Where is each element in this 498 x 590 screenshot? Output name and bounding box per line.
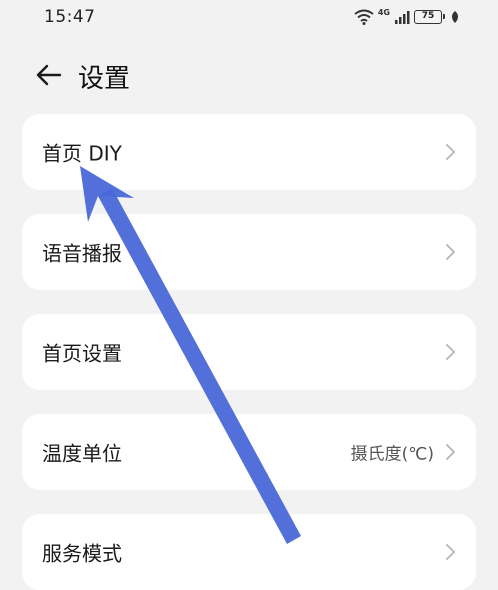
temperature-unit-value: 摄氏度(℃) bbox=[350, 444, 434, 465]
settings-item-label: 首页设置 bbox=[42, 341, 122, 366]
signal-icon bbox=[395, 11, 410, 24]
chevron-right-icon bbox=[446, 344, 455, 360]
chevron-right-icon bbox=[446, 244, 455, 260]
back-arrow-icon[interactable] bbox=[34, 60, 64, 90]
status-bar: 15:47 4G 75 bbox=[0, 0, 498, 36]
page-title: 设置 bbox=[78, 64, 131, 94]
leaf-icon bbox=[452, 11, 458, 23]
settings-item-home-settings[interactable]: 首页设置 bbox=[22, 314, 476, 390]
chevron-right-icon bbox=[446, 144, 455, 160]
settings-item-label: 服务模式 bbox=[42, 541, 122, 566]
settings-item-label: 首页 DIY bbox=[42, 141, 122, 166]
wifi-icon bbox=[354, 9, 374, 25]
header: 设置 bbox=[0, 50, 498, 100]
battery-level: 75 bbox=[421, 11, 435, 21]
chevron-right-icon bbox=[446, 544, 455, 560]
chevron-right-icon bbox=[446, 444, 455, 460]
settings-item-label: 语音播报 bbox=[42, 241, 122, 266]
network-type-label: 4G bbox=[377, 7, 390, 17]
battery-indicator: 75 bbox=[414, 10, 445, 24]
status-icons: 4G 75 bbox=[354, 8, 460, 26]
status-time: 15:47 bbox=[44, 7, 96, 27]
settings-item-label: 温度单位 bbox=[42, 441, 122, 466]
settings-item-temperature-unit[interactable]: 温度单位 摄氏度(℃) bbox=[22, 414, 476, 490]
settings-item-voice-broadcast[interactable]: 语音播报 bbox=[22, 214, 476, 290]
settings-item-home-diy[interactable]: 首页 DIY bbox=[22, 114, 476, 190]
settings-item-service-mode[interactable]: 服务模式 bbox=[22, 514, 476, 590]
